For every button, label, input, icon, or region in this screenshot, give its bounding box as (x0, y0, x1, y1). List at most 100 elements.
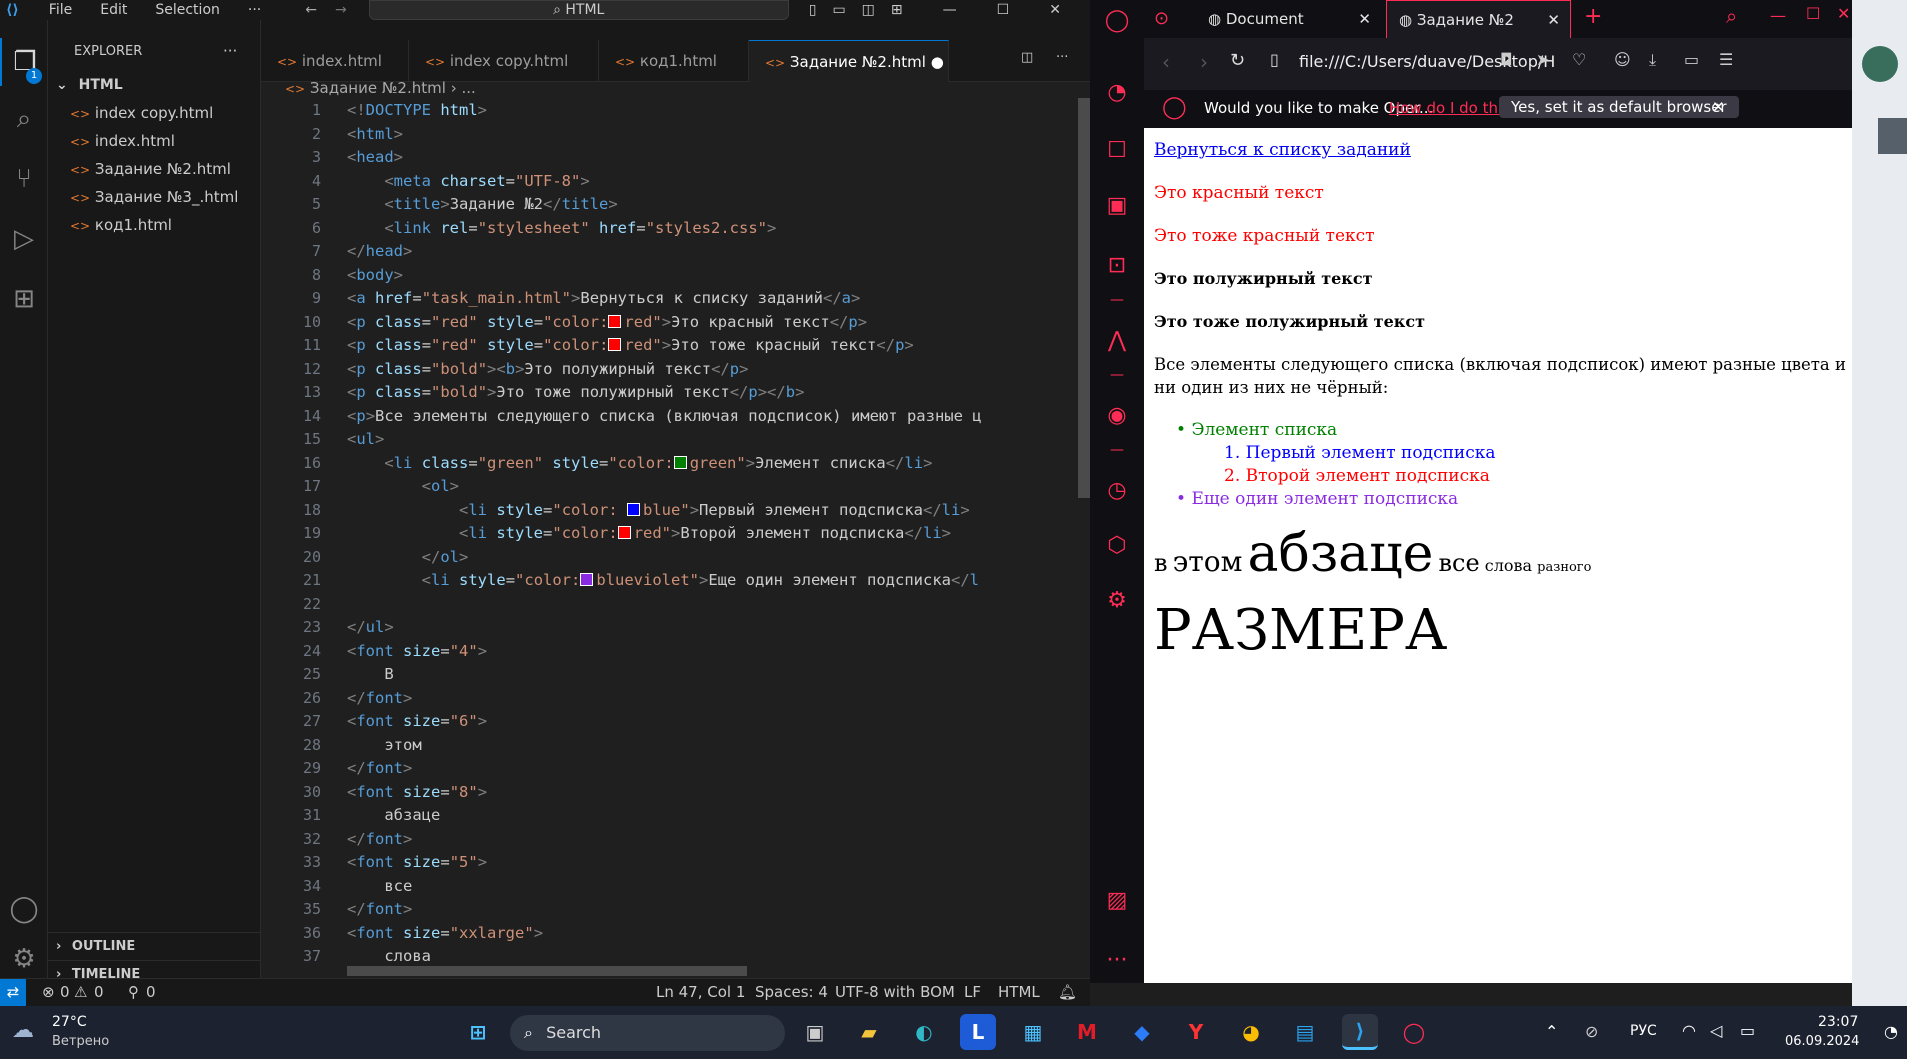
code-line[interactable]: <li style="color: red">Второй элемент под… (347, 521, 951, 545)
yandex-icon[interactable]: Y (1178, 1014, 1214, 1050)
outline-section[interactable]: › OUTLINE (48, 932, 261, 959)
chevron-up-icon[interactable]: ⌃ (1545, 1022, 1558, 1041)
cursor-position[interactable]: Ln 47, Col 1 (656, 983, 745, 1001)
line-ending[interactable]: LF (964, 983, 981, 1001)
extensions-cube-icon[interactable]: ⬡ (1090, 525, 1144, 565)
menu-edit[interactable]: Edit (100, 2, 127, 18)
file-index-copy[interactable]: <> index copy.html (70, 100, 283, 127)
code-line[interactable]: </font> (347, 756, 412, 780)
color-swatch[interactable] (608, 314, 622, 328)
mcafee-icon[interactable]: M (1069, 1014, 1105, 1050)
close-tab-icon[interactable]: ✕ (1547, 1, 1560, 39)
file-zadanie-2[interactable]: <> Задание №2.html (70, 156, 283, 183)
code-line[interactable]: <ol> (347, 474, 459, 498)
app-window-icon[interactable]: ▤ (1287, 1014, 1323, 1050)
back-icon[interactable]: ‹ (1162, 50, 1170, 74)
extensions-icon[interactable]: ⊞ (0, 275, 48, 323)
code-line[interactable]: <a href="task_main.html">Вернуться к спи… (347, 286, 860, 310)
app-l-icon[interactable]: L (960, 1014, 996, 1050)
account-icon[interactable]: ☺ (1614, 50, 1631, 69)
horizontal-scrollbar[interactable] (347, 966, 747, 976)
code-line[interactable]: </head> (347, 239, 412, 263)
code-line[interactable]: <ul> (347, 427, 384, 451)
code-line[interactable]: абзаце (347, 803, 440, 827)
store-icon[interactable]: ▦ (1015, 1014, 1051, 1050)
code-line[interactable]: <p class="bold"><b>Это полужирный текст<… (347, 357, 748, 381)
bell-icon[interactable]: 🔔︎ (1058, 983, 1077, 1001)
unsaved-dot-icon[interactable]: ● (931, 53, 944, 71)
maximize-icon[interactable]: ☐ (997, 2, 1010, 18)
weather-temp[interactable]: 27°C (52, 1014, 87, 1030)
twitch-icon[interactable]: ▣ (1090, 185, 1144, 225)
volume-icon[interactable]: ◁ (1710, 1021, 1722, 1040)
color-swatch[interactable] (608, 338, 622, 351)
more-actions-icon[interactable]: ··· (1056, 50, 1068, 65)
layout-panel-icon[interactable]: ▭ (832, 2, 845, 18)
code-line[interactable]: <font size="xxlarge"> (347, 921, 543, 945)
chrome-icon[interactable]: ◕ (1233, 1014, 1269, 1050)
layout-split-icon[interactable]: ◫ (862, 2, 875, 18)
breadcrumb-more[interactable]: ... (461, 79, 475, 97)
language-mode[interactable]: HTML (998, 983, 1040, 1001)
menu-selection[interactable]: Selection (155, 2, 220, 18)
code-line[interactable]: <li class="green" style="color: green">Эл… (347, 451, 932, 475)
dropbox-icon[interactable]: ◆ (1124, 1014, 1160, 1050)
forward-icon[interactable]: › (1200, 50, 1208, 74)
send-icon[interactable]: ➤ (1536, 50, 1549, 69)
close-tab-icon[interactable]: ✕ (1358, 0, 1371, 38)
menu-more[interactable]: ··· (248, 2, 261, 18)
vscode-taskbar-icon[interactable]: ⟩ (1342, 1014, 1378, 1050)
code-line[interactable]: <p class="red" style="color: red">Это тож… (347, 333, 914, 357)
close-icon[interactable]: ✕ (1837, 4, 1850, 23)
code-line[interactable]: </font> (347, 897, 412, 921)
color-swatch[interactable] (673, 455, 687, 469)
tab-zadanie-2[interactable]: ◍ Задание №2 ✕ (1386, 0, 1571, 38)
forward-arrow-icon[interactable]: → (335, 2, 347, 18)
avatar[interactable] (1862, 46, 1898, 82)
tab-document[interactable]: ◍ Document ✕ (1196, 0, 1381, 38)
set-default-button[interactable]: Yes, set it as default browser (1499, 96, 1739, 118)
edge-icon[interactable]: ◐ (906, 1014, 942, 1050)
folder-html[interactable]: ⌄ HTML (48, 72, 261, 99)
warning-icon[interactable]: ⚠ (74, 983, 87, 1001)
minimize-icon[interactable]: — (1770, 6, 1786, 25)
color-swatch[interactable] (627, 502, 641, 516)
minimize-icon[interactable]: — (943, 2, 957, 18)
gx-control-icon[interactable]: ⊡ (1090, 245, 1144, 285)
color-swatch[interactable] (617, 526, 631, 539)
wifi-icon[interactable]: ◠ (1682, 1021, 1696, 1040)
settings-gear-icon[interactable]: ⚙ (0, 935, 48, 983)
gamepad-icon[interactable]: ⊙ (1154, 8, 1169, 29)
notification-icon[interactable]: ◔ (1884, 1022, 1898, 1041)
network-off-icon[interactable]: ⊘ (1585, 1022, 1598, 1041)
run-debug-icon[interactable]: ▷ (0, 215, 48, 263)
code-line[interactable]: </font> (347, 827, 412, 851)
code-line[interactable]: </ol> (347, 545, 469, 569)
code-line[interactable]: слова (347, 944, 431, 968)
speed-dial-icon[interactable]: ◔ (1090, 72, 1144, 112)
color-swatch[interactable] (580, 573, 594, 586)
indentation[interactable]: Spaces: 4 (755, 983, 828, 1001)
code-line[interactable]: все (347, 874, 412, 898)
code-line[interactable]: <p class="bold">Это тоже полужирный текс… (347, 380, 804, 404)
split-editor-icon[interactable]: ◫ (1021, 50, 1033, 65)
easy-setup-icon[interactable]: ☰ (1719, 50, 1733, 69)
clock-date[interactable]: 06.09.2024 (1785, 1034, 1859, 1049)
layout-sidebar-icon[interactable]: ▯ (809, 2, 817, 18)
encoding[interactable]: UTF-8 with BOM (835, 983, 955, 1001)
explorer-icon[interactable]: ❐ 1 (0, 38, 48, 86)
reload-icon[interactable]: ↻ (1230, 50, 1245, 71)
heart-icon[interactable]: ♡ (1572, 50, 1586, 69)
gx-corner-icon[interactable]: ⋀ (1090, 320, 1144, 360)
aria-icon[interactable]: ☐ (1090, 130, 1144, 170)
code-line[interactable]: <li style="color: blue">Первый элемент п… (347, 498, 970, 522)
back-arrow-icon[interactable]: ← (305, 2, 317, 18)
code-line[interactable]: <link rel="stylesheet" href="styles2.css… (347, 216, 776, 240)
file-kod1[interactable]: <> код1.html (70, 212, 283, 239)
new-tab-icon[interactable]: + (1584, 4, 1602, 29)
player-icon[interactable]: ◉ (1090, 395, 1144, 435)
code-line[interactable]: <font size="4"> (347, 639, 487, 663)
tab-zadanie-2[interactable]: <> Задание №2.html ● (749, 40, 949, 82)
code-line[interactable]: <!DOCTYPE html> (347, 98, 487, 122)
ports-icon[interactable]: ⚲ (128, 983, 139, 1001)
